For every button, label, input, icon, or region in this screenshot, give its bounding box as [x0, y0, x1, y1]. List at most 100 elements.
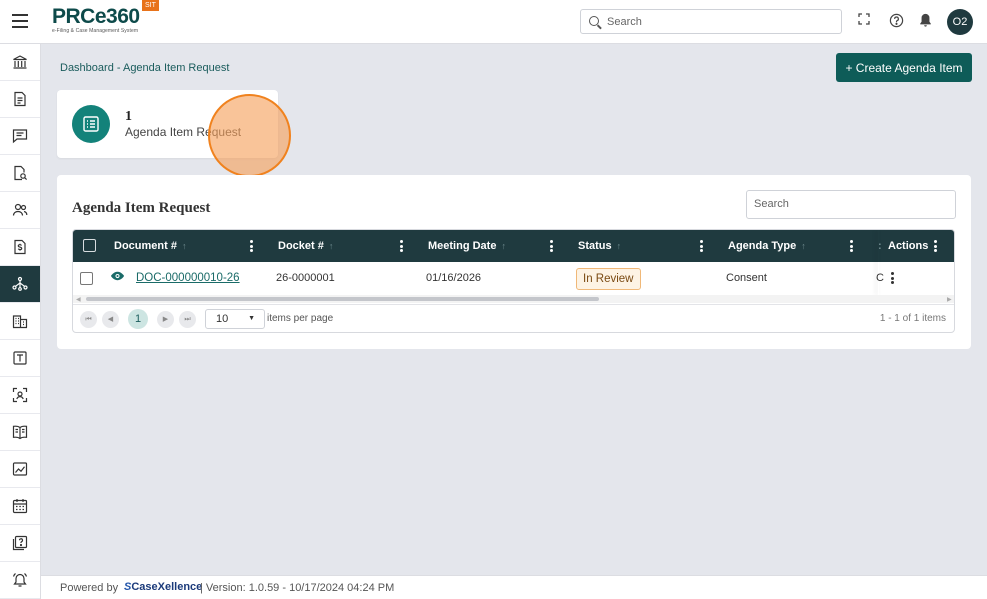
scroll-right-icon[interactable]: ▶ [947, 296, 952, 303]
search-icon [589, 16, 599, 26]
powered-by-label: Powered by [60, 582, 119, 594]
sidebar-item-library[interactable] [0, 414, 40, 451]
row-actions-icon[interactable] [891, 272, 894, 284]
bank-icon [13, 55, 27, 69]
fullscreen-icon[interactable] [856, 13, 872, 29]
book-icon [12, 425, 28, 440]
cursor-highlight [208, 94, 291, 177]
meeting-date-cell: 01/16/2026 [426, 272, 482, 284]
table-search[interactable] [746, 190, 956, 219]
agenda-table-card: Agenda Item Request Document #↑ Docket #… [57, 175, 971, 349]
document-link[interactable]: DOC-000000010-26 [136, 262, 240, 295]
sidebar [0, 44, 41, 599]
scroll-left-icon[interactable]: ◀ [76, 296, 81, 303]
sidebar-item-documents[interactable] [0, 81, 40, 118]
sidebar-item-organizations[interactable] [0, 303, 40, 340]
sort-arrow-icon: ↑ [501, 241, 506, 251]
alarm-icon [12, 573, 28, 587]
logo-subtitle: e-Filing & Case Management System [52, 28, 139, 34]
column-menu-icon[interactable] [934, 240, 937, 252]
actions-column-divider [878, 230, 879, 296]
menu-icon[interactable] [12, 14, 28, 28]
sidebar-item-users[interactable] [0, 192, 40, 229]
page-size-label: items per page [267, 313, 334, 324]
bell-icon[interactable] [917, 13, 933, 29]
page-size-select[interactable]: 10 ▼ [205, 309, 265, 329]
user-avatar[interactable]: O2 [947, 9, 973, 35]
status-badge: In Review [576, 268, 641, 290]
global-search-input[interactable] [607, 14, 827, 30]
table-title: Agenda Item Request [72, 200, 211, 216]
sort-arrow-icon: ↑ [616, 241, 622, 251]
horizontal-scrollbar[interactable]: ◀ ▶ [73, 295, 954, 303]
column-menu-icon[interactable] [400, 240, 403, 252]
column-menu-icon[interactable] [700, 240, 703, 252]
grid-header: Document # ↑ Docket # ↑ Meeting Date ↑ Stat… [73, 230, 954, 262]
table-row[interactable]: DOC-000000010-26 26-0000001 01/16/2026 I… [73, 262, 954, 296]
pagination-info: 1 - 1 of 1 items [879, 313, 946, 324]
table-search-input[interactable] [754, 198, 944, 210]
dollar-document-icon [14, 239, 26, 255]
breadcrumb[interactable]: Dashboard - Agenda Item Request [60, 62, 229, 74]
eye-icon[interactable] [110, 263, 125, 296]
pagination: ⏮ ◀ 1 ▶ ⏭ 10 ▼ items per page 1 - 1 of 1… [73, 304, 954, 332]
users-icon [12, 203, 28, 216]
stat-count: 1 [125, 109, 132, 124]
list-icon [72, 105, 110, 143]
current-page-button[interactable]: 1 [128, 309, 148, 329]
first-page-icon[interactable]: ⏮ [80, 311, 97, 328]
sidebar-item-billing[interactable] [0, 229, 40, 266]
calendar-icon [12, 499, 28, 514]
document-icon [14, 91, 26, 107]
workflow-icon [12, 276, 28, 291]
help-icon[interactable] [888, 13, 904, 29]
template-icon [13, 351, 27, 365]
sidebar-item-user-scan[interactable] [0, 377, 40, 414]
sidebar-item-bank[interactable] [0, 44, 40, 81]
column-menu-icon[interactable] [250, 240, 253, 252]
sidebar-item-workflow[interactable] [0, 266, 40, 303]
sidebar-item-messages[interactable] [0, 118, 40, 155]
sort-arrow-icon: ↑ [801, 241, 806, 251]
row-checkbox[interactable] [80, 272, 93, 285]
column-header-document[interactable]: Document # ↑ [114, 230, 186, 262]
logo-text: PRCe360 [52, 5, 140, 28]
column-header-docket[interactable]: Docket # ↑ [278, 230, 333, 262]
next-page-icon[interactable]: ▶ [157, 311, 174, 328]
column-header-agenda-type[interactable]: Agenda Type ↑ [728, 230, 806, 262]
sidebar-item-alerts[interactable] [0, 562, 40, 599]
sidebar-item-templates[interactable] [0, 340, 40, 377]
global-search[interactable] [580, 9, 842, 34]
sort-arrow-icon: ↑ [328, 241, 334, 251]
app-logo[interactable]: PRCe360 e-Filing & Case Management Syste… [52, 5, 140, 35]
column-header-meeting-date[interactable]: Meeting Date ↑ [428, 230, 506, 262]
column-menu-icon[interactable] [850, 240, 853, 252]
sidebar-item-document-search[interactable] [0, 155, 40, 192]
column-header-actions[interactable]: Actions [888, 230, 928, 262]
sidebar-item-calendar[interactable] [0, 488, 40, 525]
docket-cell: 26-0000001 [276, 272, 335, 284]
scan-user-icon [12, 387, 28, 403]
casexellence-logo: SCaseXellence [124, 581, 203, 593]
chevron-down-icon: ▼ [248, 315, 255, 322]
help-book-icon [12, 535, 28, 551]
footer: Powered by SCaseXellence | Version: 1.0.… [41, 575, 987, 599]
scrollbar-thumb[interactable] [86, 297, 599, 301]
chart-icon [12, 462, 28, 476]
environment-badge: SIT [142, 0, 159, 11]
agenda-type-cell: Consent [726, 272, 767, 284]
last-page-icon[interactable]: ⏭ [179, 311, 196, 328]
sidebar-item-reports[interactable] [0, 451, 40, 488]
sort-arrow-icon: ↑ [181, 241, 187, 251]
column-header-status[interactable]: Status ↑ [578, 230, 621, 262]
prev-page-icon[interactable]: ◀ [102, 311, 119, 328]
agenda-grid: Document # ↑ Docket # ↑ Meeting Date ↑ Stat… [72, 229, 955, 333]
version-info: | Version: 1.0.59 - 10/17/2024 04:24 PM [200, 582, 395, 594]
column-menu-icon[interactable] [550, 240, 553, 252]
select-all-checkbox[interactable] [83, 239, 96, 252]
create-agenda-item-button[interactable]: + Create Agenda Item [836, 53, 972, 82]
sidebar-item-help-center[interactable] [0, 525, 40, 562]
chat-icon [12, 129, 28, 144]
document-search-icon [14, 165, 28, 181]
building-icon [12, 315, 28, 329]
